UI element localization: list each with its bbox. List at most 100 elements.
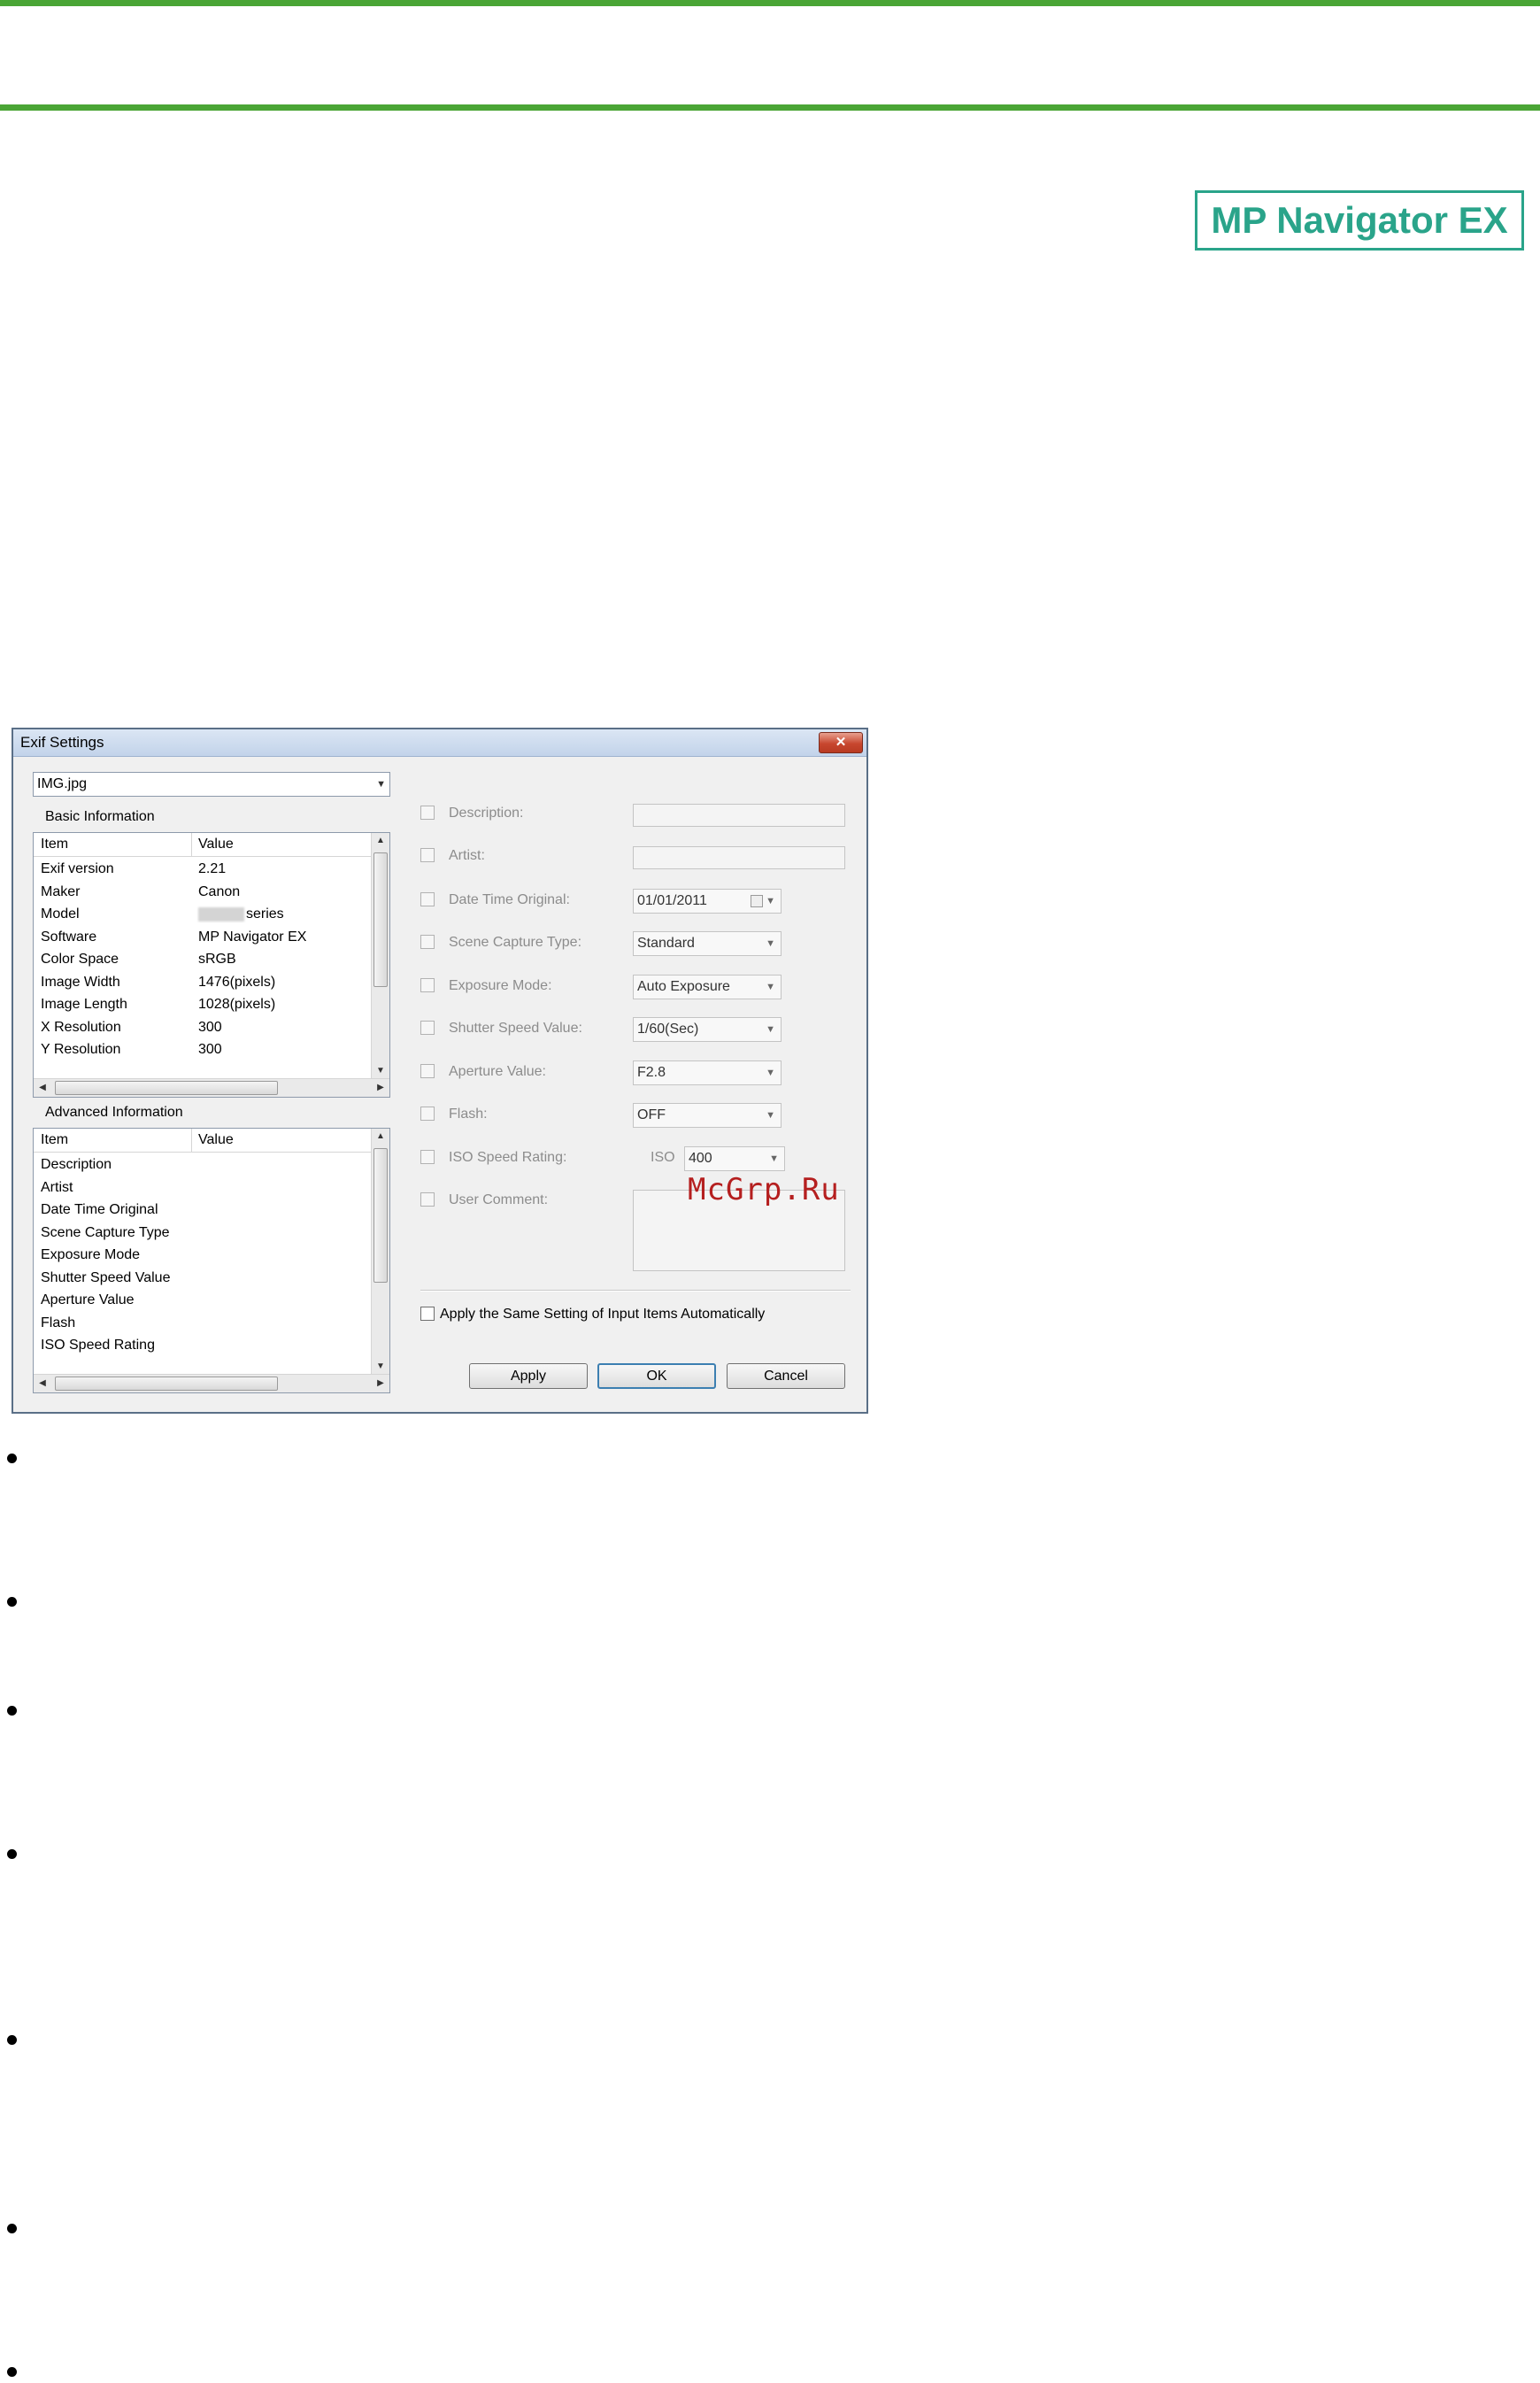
table-row[interactable]: Description bbox=[34, 1155, 372, 1178]
scroll-up-icon[interactable]: ▲ bbox=[372, 1129, 389, 1145]
chevron-down-icon: ▼ bbox=[766, 1024, 775, 1035]
scroll-up-icon[interactable]: ▲ bbox=[372, 833, 389, 849]
model-suffix: series bbox=[246, 906, 284, 922]
exposure-mode-checkbox[interactable] bbox=[420, 978, 435, 992]
row-item: Exposure Mode bbox=[41, 1247, 141, 1262]
table-row[interactable]: Date Time Original bbox=[34, 1200, 372, 1223]
row-item: Scene Capture Type bbox=[41, 1224, 170, 1240]
basic-list-header: Item Value bbox=[34, 833, 372, 857]
scene-capture-type-checkbox[interactable] bbox=[420, 935, 435, 949]
user-comment-checkbox[interactable] bbox=[420, 1192, 435, 1207]
close-button[interactable]: ✕ bbox=[819, 732, 863, 753]
exposure-mode-select[interactable]: Auto Exposure ▼ bbox=[633, 975, 782, 999]
shutter-speed-value-checkbox[interactable] bbox=[420, 1021, 435, 1035]
table-row[interactable]: Software MP Navigator EX bbox=[34, 928, 372, 951]
basic-information-label: Basic Information bbox=[45, 809, 155, 824]
table-row[interactable]: Flash bbox=[34, 1314, 372, 1337]
table-row[interactable]: Image Width 1476(pixels) bbox=[34, 973, 372, 996]
table-row[interactable]: Model series bbox=[34, 905, 372, 928]
basic-rows: Exif version 2.21 Maker Canon Model series … bbox=[34, 860, 372, 1063]
table-row[interactable]: Maker Canon bbox=[34, 883, 372, 906]
table-row[interactable]: ISO Speed Rating bbox=[34, 1336, 372, 1359]
scroll-left-icon[interactable]: ◀ bbox=[34, 1079, 51, 1097]
date-time-original-checkbox[interactable] bbox=[420, 892, 435, 906]
apply-same-setting-checkbox[interactable] bbox=[420, 1307, 435, 1321]
basic-information-list[interactable]: Item Value Exif version 2.21 Maker Canon M… bbox=[33, 832, 390, 1098]
table-row[interactable]: Image Length 1028(pixels) bbox=[34, 995, 372, 1018]
scene-capture-type-select[interactable]: Standard ▼ bbox=[633, 931, 782, 956]
column-item[interactable]: Item bbox=[41, 837, 68, 852]
artist-input[interactable] bbox=[633, 846, 845, 869]
scroll-thumb[interactable] bbox=[55, 1081, 278, 1095]
bullet-marker bbox=[7, 1706, 17, 1716]
aperture-value-label: Aperture Value: bbox=[449, 1064, 546, 1079]
column-value[interactable]: Value bbox=[198, 1132, 234, 1148]
column-value[interactable]: Value bbox=[198, 837, 234, 852]
table-row[interactable]: Scene Capture Type bbox=[34, 1223, 372, 1246]
chevron-down-icon[interactable]: ▼ bbox=[766, 890, 775, 913]
row-item: Aperture Value bbox=[41, 1292, 135, 1307]
calendar-icon[interactable] bbox=[751, 895, 763, 907]
scene-capture-type-label: Scene Capture Type: bbox=[449, 935, 582, 950]
scroll-thumb[interactable] bbox=[373, 1148, 388, 1283]
table-row[interactable]: Artist bbox=[34, 1178, 372, 1201]
scroll-right-icon[interactable]: ▶ bbox=[372, 1079, 389, 1097]
chevron-down-icon: ▼ bbox=[766, 938, 775, 949]
scroll-right-icon[interactable]: ▶ bbox=[372, 1375, 389, 1392]
row-value: Canon bbox=[198, 883, 241, 899]
date-value: 01/01/2011 bbox=[637, 893, 707, 908]
advanced-information-list[interactable]: Item Value Description Artist Date Time … bbox=[33, 1128, 390, 1393]
flash-select[interactable]: OFF ▼ bbox=[633, 1103, 782, 1128]
horizontal-scrollbar[interactable]: ◀ ▶ bbox=[34, 1078, 389, 1097]
table-row[interactable]: Aperture Value bbox=[34, 1291, 372, 1314]
iso-speed-rating-checkbox[interactable] bbox=[420, 1150, 435, 1164]
chevron-down-icon: ▼ bbox=[769, 1153, 779, 1164]
column-item[interactable]: Item bbox=[41, 1132, 68, 1148]
shutter-speed-value-select[interactable]: 1/60(Sec) ▼ bbox=[633, 1017, 782, 1042]
vertical-scrollbar[interactable]: ▲ ▼ bbox=[371, 833, 389, 1079]
description-checkbox[interactable] bbox=[420, 806, 435, 820]
row-value: MP Navigator EX bbox=[198, 929, 307, 945]
iso-speed-rating-select[interactable]: 400 ▼ bbox=[684, 1146, 785, 1171]
table-row[interactable]: X Resolution 300 bbox=[34, 1018, 372, 1041]
flash-checkbox[interactable] bbox=[420, 1107, 435, 1121]
file-select[interactable]: IMG.jpg ▼ bbox=[33, 772, 390, 797]
scroll-down-icon[interactable]: ▼ bbox=[372, 1063, 389, 1079]
column-divider bbox=[191, 1129, 192, 1152]
table-row[interactable]: Y Resolution 300 bbox=[34, 1040, 372, 1063]
bullet-marker bbox=[7, 1849, 17, 1859]
ok-button[interactable]: OK bbox=[597, 1363, 716, 1389]
aperture-value-select[interactable]: F2.8 ▼ bbox=[633, 1060, 782, 1085]
scroll-left-icon[interactable]: ◀ bbox=[34, 1375, 51, 1392]
table-row[interactable]: Exif version 2.21 bbox=[34, 860, 372, 883]
iso-prefix-label: ISO bbox=[651, 1150, 675, 1165]
watermark: McGrp.Ru bbox=[688, 1172, 840, 1207]
aperture-value-checkbox[interactable] bbox=[420, 1064, 435, 1078]
row-value: 300 bbox=[198, 1042, 222, 1057]
chevron-down-icon: ▼ bbox=[766, 1068, 775, 1078]
row-value: 1476(pixels) bbox=[198, 974, 276, 990]
vertical-scrollbar[interactable]: ▲ ▼ bbox=[371, 1129, 389, 1375]
cancel-button[interactable]: Cancel bbox=[727, 1363, 845, 1389]
table-row[interactable]: Exposure Mode bbox=[34, 1245, 372, 1269]
bullet-marker bbox=[7, 2035, 17, 2045]
scroll-thumb[interactable] bbox=[55, 1377, 278, 1391]
date-time-original-picker[interactable]: 01/01/2011 ▼ bbox=[633, 889, 782, 914]
date-time-original-label: Date Time Original: bbox=[449, 892, 570, 907]
horizontal-scrollbar[interactable]: ◀ ▶ bbox=[34, 1374, 389, 1392]
scroll-thumb[interactable] bbox=[373, 852, 388, 987]
row-value: 300 bbox=[198, 1019, 222, 1035]
row-item: Software bbox=[41, 929, 97, 945]
exposure-mode-label: Exposure Mode: bbox=[449, 978, 552, 993]
row-item: Description bbox=[41, 1157, 112, 1172]
apply-button[interactable]: Apply bbox=[469, 1363, 588, 1389]
table-row[interactable]: Color Space sRGB bbox=[34, 950, 372, 973]
scroll-down-icon[interactable]: ▼ bbox=[372, 1359, 389, 1375]
description-input[interactable] bbox=[633, 804, 845, 827]
file-select-value: IMG.jpg bbox=[37, 776, 88, 791]
row-item: Color Space bbox=[41, 952, 119, 967]
row-item: Shutter Speed Value bbox=[41, 1269, 171, 1285]
table-row[interactable]: Shutter Speed Value bbox=[34, 1269, 372, 1292]
select-value: 400 bbox=[689, 1151, 712, 1166]
artist-checkbox[interactable] bbox=[420, 848, 435, 862]
